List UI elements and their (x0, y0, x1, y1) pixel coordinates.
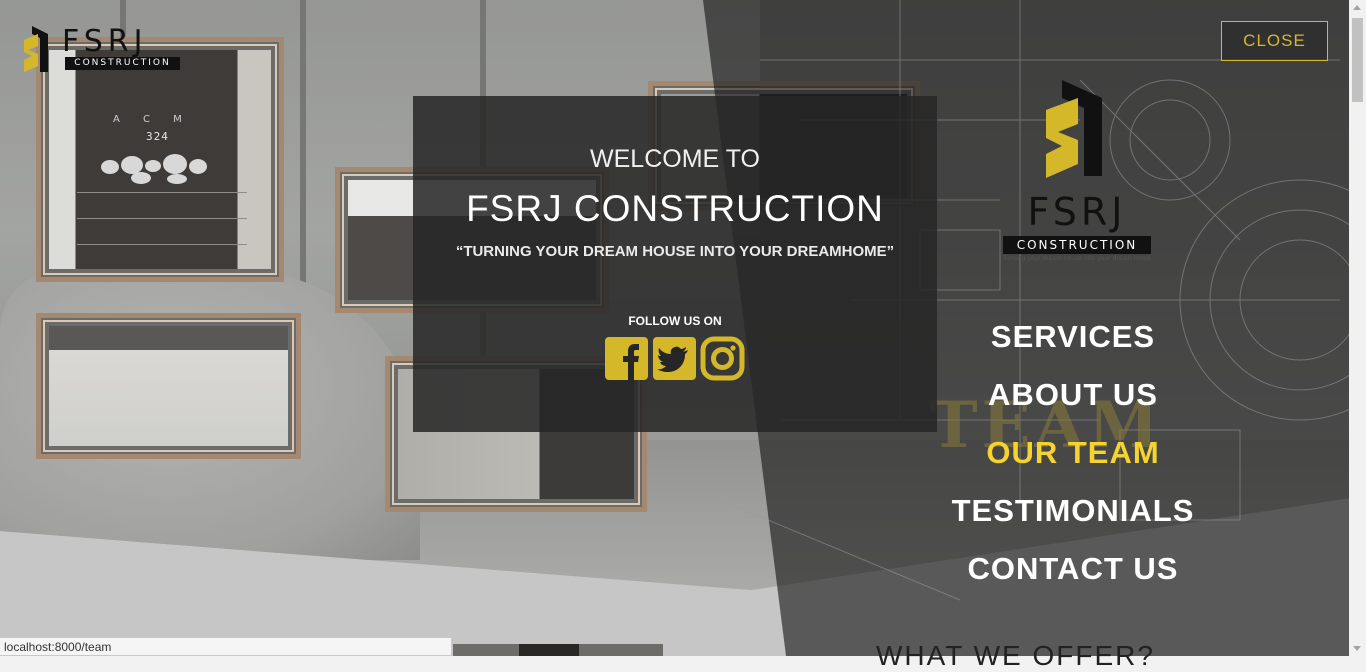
tagline: “TURNING YOUR DREAM HOUSE INTO YOUR DREA… (455, 243, 895, 260)
panel-logo-mark-icon (1046, 80, 1102, 178)
scrollbar-thumb[interactable] (1352, 18, 1363, 102)
scroll-up-arrow-icon[interactable] (1353, 5, 1361, 10)
panel-logo-subtitle: CONSTRUCTION (1003, 236, 1151, 254)
menu-item-about-us[interactable]: ABOUT US (930, 374, 1216, 432)
panel-logo: FSRJ CONSTRUCTION Turning your dream hou… (1001, 80, 1153, 266)
menu-item-our-team[interactable]: OUR TEAM (930, 432, 1216, 490)
offer-thumbnail (453, 644, 663, 656)
menu-item-contact-us[interactable]: CONTACT US (930, 548, 1216, 606)
offer-section-heading: WHAT WE OFFER? (876, 640, 1155, 671)
main-nav-menu: SERVICES ABOUT US OUR TEAM TESTIMONIALS … (930, 316, 1216, 606)
social-links (604, 336, 746, 382)
door-mirror-dots (101, 154, 221, 184)
gallery-photo-reception (36, 313, 301, 459)
logo-wordmark: FSRJ (62, 24, 148, 59)
panel-logo-fineprint: Turning your dream house into your dream… (1003, 255, 1151, 262)
brand-heading: FSRJ CONSTRUCTION (466, 188, 884, 229)
door-number: 324 (146, 130, 169, 143)
logo-mark-icon (24, 26, 48, 72)
close-menu-button[interactable]: CLOSE (1221, 21, 1328, 61)
door-letters: A C M (113, 114, 192, 125)
site-logo[interactable]: FSRJ CONSTRUCTION (24, 24, 184, 74)
follow-label: FOLLOW US ON (628, 314, 722, 328)
logo-subtitle: CONSTRUCTION (65, 57, 180, 70)
menu-item-services[interactable]: SERVICES (930, 316, 1216, 374)
browser-status-url: localhost:8000/team (0, 637, 452, 656)
welcome-text: WELCOME TO (590, 145, 760, 173)
menu-item-testimonials[interactable]: TESTIMONIALS (930, 490, 1216, 548)
page-scrollbar[interactable] (1349, 0, 1366, 656)
instagram-icon[interactable] (700, 336, 745, 381)
panel-logo-wordmark: FSRJ (1027, 190, 1127, 234)
twitter-icon[interactable] (652, 336, 697, 381)
facebook-icon[interactable] (604, 336, 649, 381)
scroll-down-arrow-icon[interactable] (1353, 646, 1361, 651)
welcome-card: WELCOME TO FSRJ CONSTRUCTION “TURNING YO… (413, 96, 937, 432)
